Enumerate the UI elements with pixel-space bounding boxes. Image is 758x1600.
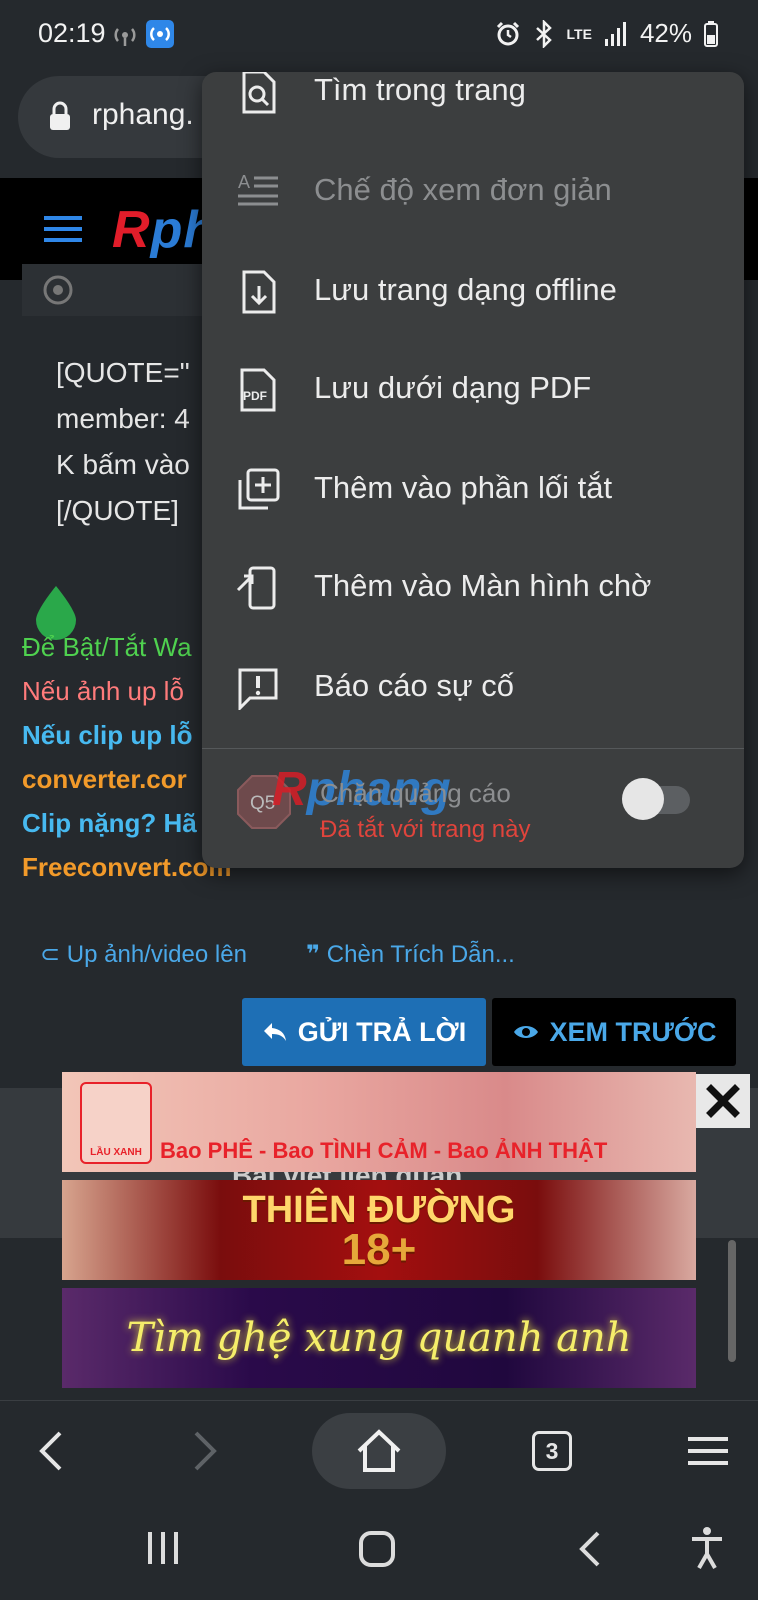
signature-line-6[interactable]: Freeconvert.com xyxy=(22,852,232,883)
status-bar: 02:19 LTE 42% xyxy=(0,0,758,70)
menu-item-simple-view[interactable]: A Chế độ xem đơn giản xyxy=(202,140,744,240)
ad-block-title: Chặn quảng cáo xyxy=(320,778,511,808)
menu-item-label: Báo cáo sự cố xyxy=(314,668,514,703)
eye-icon xyxy=(513,1026,538,1038)
pdf-icon: PDF xyxy=(240,368,276,412)
system-navigation-bar xyxy=(0,1500,758,1600)
battery-icon xyxy=(704,20,718,47)
signature-line-4[interactable]: converter.cor xyxy=(22,764,187,795)
menu-divider xyxy=(202,748,744,749)
menu-item-save-offline[interactable]: Lưu trang dạng offline xyxy=(202,240,744,340)
network-type: LTE xyxy=(566,25,592,42)
system-home-icon[interactable] xyxy=(358,1530,396,1568)
menu-item-find-in-page[interactable]: Tìm trong trang xyxy=(202,72,744,140)
accessibility-icon[interactable] xyxy=(690,1526,724,1570)
quote-mark-icon: ❞ xyxy=(306,941,321,968)
ad-logo: LẦU XANH xyxy=(80,1082,152,1164)
svg-text:A: A xyxy=(238,172,250,192)
ad-banner-2-title: THIÊN ĐƯỜNG xyxy=(242,1189,516,1231)
recent-apps-icon[interactable] xyxy=(146,1530,180,1566)
home-icon xyxy=(357,1429,401,1472)
url-text[interactable]: rphang. xyxy=(92,98,194,132)
tabs-button[interactable]: 3 xyxy=(532,1431,572,1471)
alarm-icon xyxy=(496,21,519,45)
ad-banner-1[interactable]: LẦU XANH Bao PHÊ - Bao TÌNH CẢM - Bao ẢN… xyxy=(62,1072,696,1172)
home-button[interactable] xyxy=(312,1413,446,1489)
system-back-icon[interactable] xyxy=(578,1530,602,1568)
signature-line-3: Nếu clip up lỗ xyxy=(22,720,193,750)
menu-item-add-shortcut[interactable]: Thêm vào phần lối tắt xyxy=(202,438,744,538)
simple-view-icon: A xyxy=(238,172,278,206)
bluetooth-icon xyxy=(535,19,552,48)
status-time: 02:19 xyxy=(38,18,106,48)
ad-banner-3[interactable]: Tìm ghệ xung quanh anh xyxy=(62,1288,696,1388)
ad-banner-3-text: Tìm ghệ xung quanh anh xyxy=(126,1315,632,1361)
battery-percent: 42% xyxy=(639,18,692,48)
add-home-screen-icon xyxy=(236,566,276,610)
insert-quote-label: Chèn Trích Dẫn... xyxy=(326,941,515,968)
hotspot-icon xyxy=(114,28,136,46)
ad-banner-2[interactable]: THIÊN ĐƯỜNG 18+ xyxy=(62,1180,696,1280)
svg-text:PDF: PDF xyxy=(243,389,267,403)
menu-item-label: Chế độ xem đơn giản xyxy=(314,172,612,207)
upload-media-link[interactable]: ⊂ Up ảnh/video lên xyxy=(40,940,247,969)
ad-banner-1-text: Bao PHÊ - Bao TÌNH CẢM - Bao ẢNH THẬT xyxy=(160,1138,608,1163)
forward-icon[interactable] xyxy=(192,1431,220,1471)
find-in-page-icon xyxy=(242,72,276,114)
menu-item-label: Tìm trong trang xyxy=(314,72,526,107)
browser-bottom-toolbar: 3 xyxy=(0,1400,758,1500)
paperclip-icon: ⊂ xyxy=(40,941,61,968)
add-shortcut-icon xyxy=(238,468,280,510)
reply-button[interactable]: GỬI TRẢ LỜI xyxy=(242,998,486,1066)
insert-quote-link[interactable]: ❞ Chèn Trích Dẫn... xyxy=(306,940,515,969)
browser-overflow-menu: Tìm trong trang A Chế độ xem đơn giản Lư… xyxy=(202,72,744,868)
save-offline-icon xyxy=(242,270,276,314)
menu-item-report-issue[interactable]: Báo cáo sự cố xyxy=(202,636,744,736)
preview-button-label: XEM TRƯỚC xyxy=(549,1016,717,1047)
ad-logo-text: LẦU XANH xyxy=(90,1147,142,1158)
menu-item-label: Thêm vào phần lối tắt xyxy=(314,470,613,505)
signature-line-5: Clip nặng? Hã xyxy=(22,808,197,838)
ad-banner-2-text: THIÊN ĐƯỜNG 18+ xyxy=(242,1189,516,1274)
watermark-letter: R xyxy=(272,763,307,816)
lock-icon xyxy=(50,101,70,130)
reply-button-label: GỬI TRẢ LỜI xyxy=(297,1016,467,1047)
signature-line-2: Nếu ảnh up lỗ xyxy=(22,676,184,706)
smiley-icon[interactable] xyxy=(42,274,74,306)
close-ad-button[interactable] xyxy=(696,1074,750,1128)
browser-menu-icon[interactable] xyxy=(688,1435,728,1467)
menu-item-label: Thêm vào Màn hình chờ xyxy=(314,568,652,603)
menu-item-add-home-screen[interactable]: Thêm vào Màn hình chờ xyxy=(202,536,744,636)
ad-block-status: Đã tắt với trang này xyxy=(320,816,531,843)
site-menu-icon[interactable] xyxy=(44,214,82,244)
signature-line-1: Để Bật/Tắt Wa xyxy=(22,632,192,662)
preview-button[interactable]: XEM TRƯỚC xyxy=(492,998,736,1066)
back-icon[interactable] xyxy=(36,1431,64,1471)
close-icon xyxy=(706,1084,740,1118)
menu-item-save-pdf[interactable]: PDF Lưu dưới dạng PDF xyxy=(202,338,744,438)
menu-item-label: Lưu dưới dạng PDF xyxy=(314,370,592,405)
site-logo[interactable]: Rph xyxy=(112,200,216,260)
logo-letter: R xyxy=(112,201,151,259)
quote-text: [QUOTE=" member: 4 K bấm vào [/QUOTE] xyxy=(56,357,190,526)
upload-media-label: Up ảnh/video lên xyxy=(66,941,247,968)
ad-block-toggle-knob[interactable] xyxy=(622,778,664,820)
signal-icon xyxy=(604,21,626,46)
ad-banner-2-subtitle: 18+ xyxy=(341,1225,417,1274)
scrollbar-thumb[interactable] xyxy=(728,1240,736,1362)
wifi-calling-icon xyxy=(146,20,174,48)
reply-icon xyxy=(263,1023,286,1041)
report-issue-icon xyxy=(238,668,278,710)
menu-item-label: Lưu trang dạng offline xyxy=(314,272,617,307)
editor-toolbar xyxy=(22,264,222,316)
